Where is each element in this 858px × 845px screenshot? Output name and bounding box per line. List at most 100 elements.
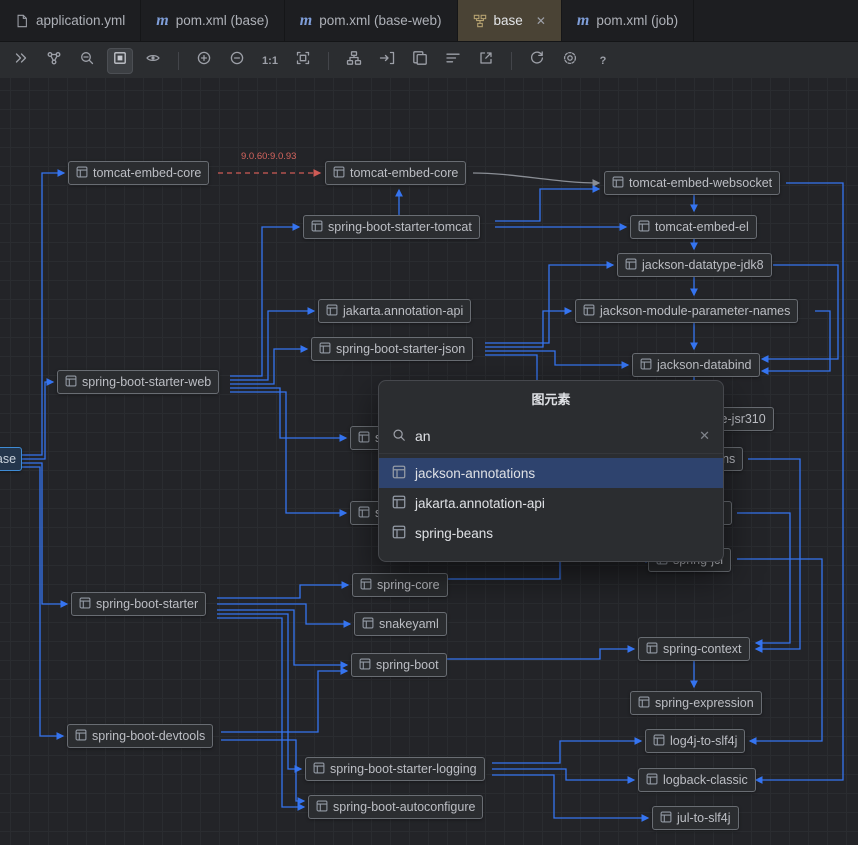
graph-node-jackson-datatype-jdk8[interactable]: jackson-datatype-jdk8 xyxy=(617,253,772,277)
edge-settings-button[interactable] xyxy=(440,48,466,74)
graph-node-spring-expression[interactable]: spring-expression xyxy=(630,691,762,715)
clear-search-icon[interactable]: ✕ xyxy=(699,428,710,444)
graph-edge xyxy=(22,169,66,456)
graph-node-spring-core[interactable]: spring-core xyxy=(352,573,448,597)
fit-content-button[interactable] xyxy=(290,48,316,74)
version-conflict-label: 9.0.60:9.0.93 xyxy=(241,151,297,162)
graph-node-jackson-databind[interactable]: jackson-databind xyxy=(632,353,760,377)
tab-pom-xml-base-web[interactable]: m pom.xml (base-web) xyxy=(285,0,458,41)
graph-node-snakeyaml[interactable]: snakeyaml xyxy=(354,612,447,636)
graph-node-tomcat-embed-el[interactable]: tomcat-embed-el xyxy=(630,215,757,239)
actual-size-button[interactable]: 1:1 xyxy=(257,48,283,74)
graph-node-tomcat-embed-websocket[interactable]: tomcat-embed-websocket xyxy=(604,171,781,195)
fit-content-icon xyxy=(295,50,311,71)
copy-diagram-button[interactable] xyxy=(407,48,433,74)
tab-pom-xml-base[interactable]: m pom.xml (base) xyxy=(141,0,285,41)
hierarchic-layout-button[interactable] xyxy=(341,48,367,74)
graph-node-logback-classic[interactable]: logback-classic xyxy=(638,768,756,792)
node-label: tomcat-embed-core xyxy=(93,166,202,180)
graph-edge xyxy=(22,462,69,608)
editor-tab-bar: application.yml m pom.xml (base) m pom.xml (… xyxy=(0,0,858,42)
analyze-graph-button[interactable] xyxy=(41,48,67,74)
node-label: tomcat-embed-el xyxy=(655,220,749,234)
node-label: spring-boot xyxy=(376,658,439,672)
graph-node-spring-boot-starter-logging[interactable]: spring-boot-starter-logging xyxy=(305,757,485,781)
graph-edge xyxy=(492,737,643,764)
library-icon xyxy=(65,375,77,390)
library-icon xyxy=(646,773,658,788)
focus-node-button[interactable] xyxy=(374,48,400,74)
export-diagram-button[interactable] xyxy=(473,48,499,74)
tab-base-diagram[interactable]: base ✕ xyxy=(457,0,562,41)
graph-node-spring-boot[interactable]: spring-boot xyxy=(351,653,447,677)
library-icon xyxy=(660,811,672,826)
tab-pom-xml-job[interactable]: m pom.xml (job) xyxy=(562,0,695,41)
graph-edge xyxy=(230,223,301,377)
library-icon xyxy=(319,342,331,357)
library-icon xyxy=(640,358,652,373)
export-diagram-icon xyxy=(478,50,494,71)
graph-node-spring-boot-starter-tomcat[interactable]: spring-boot-starter-tomcat xyxy=(303,215,480,239)
toolbar-separator xyxy=(511,51,512,70)
graph-node-base[interactable]: base xyxy=(0,447,22,471)
graph-edge xyxy=(495,185,601,222)
node-label: snakeyaml xyxy=(379,617,439,631)
library-icon xyxy=(358,506,370,521)
node-label: spring-boot-starter xyxy=(96,597,199,611)
graph-node-spring-boot-starter-json[interactable]: spring-boot-starter-json xyxy=(311,337,474,361)
diagram-toolbar: 1:1? xyxy=(0,42,858,80)
search-icon xyxy=(392,428,406,445)
collapse-nodes-button[interactable] xyxy=(8,48,34,74)
close-tab-icon[interactable]: ✕ xyxy=(536,15,546,27)
graph-node-tomcat-embed-core[interactable]: tomcat-embed-core xyxy=(68,161,210,185)
visibility-icon xyxy=(145,50,161,71)
library-icon xyxy=(392,465,406,482)
toolbar-separator xyxy=(328,51,329,70)
toolbar-separator xyxy=(178,51,179,70)
show-grid-button[interactable] xyxy=(107,47,133,74)
graph-node-log4j-to-slf4j[interactable]: log4j-to-slf4j xyxy=(645,729,746,753)
focus-node-icon xyxy=(379,50,395,71)
actual-size-icon: 1:1 xyxy=(262,54,278,67)
graph-node-spring-boot-devtools[interactable]: spring-boot-devtools xyxy=(67,724,214,748)
zoom-in-button[interactable] xyxy=(191,48,217,74)
graph-node-spring-boot-starter-web[interactable]: spring-boot-starter-web xyxy=(57,370,220,394)
library-icon xyxy=(313,762,325,777)
zoom-out-button[interactable] xyxy=(224,48,250,74)
settings-icon xyxy=(562,50,578,71)
graph-node-jul-to-slf4j[interactable]: jul-to-slf4j xyxy=(652,806,739,830)
library-icon xyxy=(358,431,370,446)
analyze-graph-icon xyxy=(46,50,62,71)
popup-item-jackson-annotations[interactable]: jackson-annotations xyxy=(379,458,723,488)
graph-node-spring-context[interactable]: spring-context xyxy=(638,637,750,661)
edge-settings-icon xyxy=(445,50,461,71)
popup-search-field[interactable]: an ✕ xyxy=(379,419,723,454)
graph-edge xyxy=(485,350,630,369)
node-label: spring-expression xyxy=(655,696,754,710)
help-button[interactable]: ? xyxy=(590,48,616,74)
zoom-in-icon xyxy=(196,50,212,71)
settings-button[interactable] xyxy=(557,48,583,74)
library-icon xyxy=(359,658,371,673)
visibility-button[interactable] xyxy=(140,48,166,74)
graph-edge xyxy=(230,387,348,442)
graph-node-spring-boot-starter[interactable]: spring-boot-starter xyxy=(71,592,207,616)
refresh-button[interactable] xyxy=(524,48,550,74)
zoom-select-icon xyxy=(79,50,95,71)
zoom-select-button[interactable] xyxy=(74,48,100,74)
graph-node-tomcat-embed-core[interactable]: tomcat-embed-core xyxy=(325,161,467,185)
library-icon xyxy=(76,166,88,181)
graph-edge xyxy=(221,739,306,805)
library-icon xyxy=(646,642,658,657)
tab-application-yml[interactable]: application.yml xyxy=(0,0,142,41)
graph-node-jackson-module-parameter-names[interactable]: jackson-module-parameter-names xyxy=(575,299,799,323)
graph-node-spring-boot-autoconfigure[interactable]: spring-boot-autoconfigure xyxy=(308,795,484,819)
node-label: jackson-datatype-jdk8 xyxy=(642,258,764,272)
diagram-canvas[interactable]: 9.0.60:9.0.93 tomcat-embed-core tomcat-em… xyxy=(0,78,858,845)
popup-item-jakarta.annotation-api[interactable]: jakarta.annotation-api xyxy=(379,488,723,518)
graph-edge xyxy=(217,617,306,811)
popup-item-spring-beans[interactable]: spring-beans xyxy=(379,518,723,548)
graph-node-jakarta.annotation-api[interactable]: jakarta.annotation-api xyxy=(318,299,472,323)
node-label: jackson-module-parameter-names xyxy=(600,304,791,318)
yaml-icon xyxy=(15,14,29,28)
